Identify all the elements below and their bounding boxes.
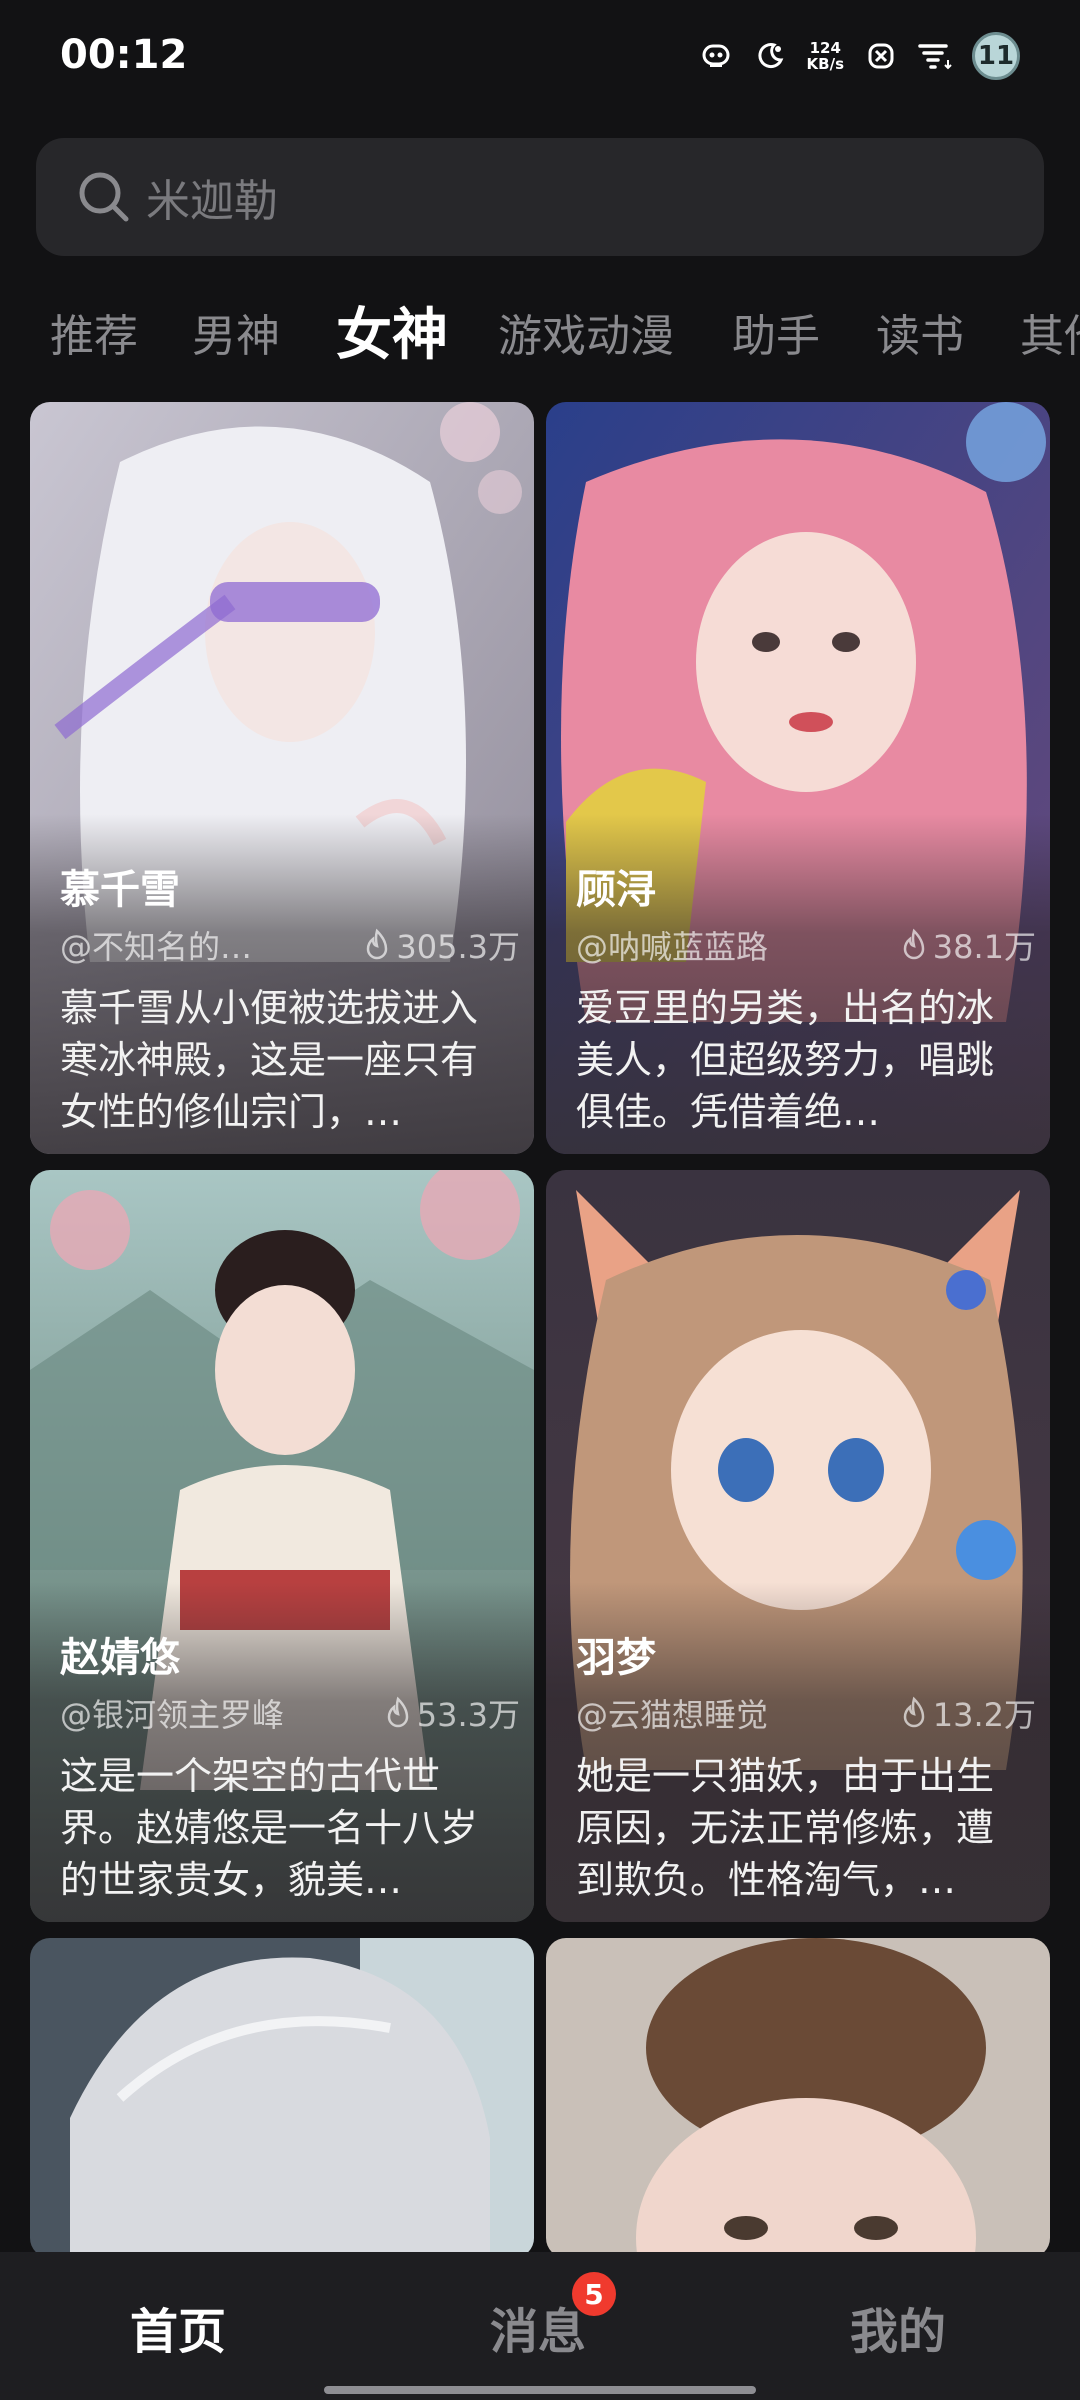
tab-other[interactable]: 其他 [1020,300,1080,364]
home-indicator[interactable] [324,2386,756,2394]
flame-icon [903,928,924,960]
character-card[interactable]: 顾浔 @呐喊蓝蓝路 38.1万 爱豆里的另类，出名的冰美人，但超级努力，唱跳俱佳… [546,402,1050,1154]
search-bar[interactable]: 米迦勒 [36,138,1044,256]
tab-female[interactable]: 女神 [336,290,448,370]
character-description: 她是一只猫妖，由于出生原因，无法正常修炼，遭到欺负。性格淘气，… [576,1754,995,1902]
popularity-count: 305.3万 [396,928,520,966]
character-card[interactable]: 赵婧悠 @银河领主罗峰 53.3万 这是一个架空的古代世界。赵婧悠是一名十八岁的… [30,1170,534,1922]
popularity-count: 38.1万 [932,928,1036,966]
wifi-icon [918,39,952,73]
tab-reading[interactable]: 读书 [876,300,964,364]
search-input[interactable]: 米迦勒 [146,165,278,229]
author-name: @不知名的… [60,928,253,966]
popularity-count: 13.2万 [932,1696,1036,1734]
popularity: 38.1万 [899,922,1036,968]
tab-recommend[interactable]: 推荐 [50,300,138,364]
unread-badge: 5 [572,2272,617,2316]
do-not-disturb-icon [753,39,787,73]
search-icon [79,172,129,222]
status-time: 00:12 [60,32,188,78]
popularity: 13.2万 [899,1690,1036,1736]
character-card[interactable] [546,1938,1050,2258]
network-speed-value: 124 [809,39,841,57]
character-portrait [546,1938,1050,2258]
author-name: @云猫想睡觉 [576,1696,769,1734]
status-bar: 00:12 124 KB/s 11 [0,0,1080,120]
character-name: 慕千雪 [60,867,180,913]
popularity: 53.3万 [383,1690,520,1736]
author-name: @银河领主罗峰 [60,1696,285,1734]
status-icons: 124 KB/s 11 [699,32,1020,80]
popularity: 305.3万 [362,922,520,968]
sim-off-icon [864,39,898,73]
tab-assistant[interactable]: 助手 [732,300,820,364]
character-card[interactable] [30,1938,534,2258]
character-name: 赵婧悠 [60,1635,180,1681]
bottom-navigation: 首页 消息 5 我的 [0,2252,1080,2400]
author-name: @呐喊蓝蓝路 [576,928,769,966]
character-name: 羽梦 [576,1635,656,1681]
popularity-count: 53.3万 [416,1696,520,1734]
network-speed: 124 KB/s [807,40,844,72]
battery-indicator: 11 [972,32,1020,80]
nav-messages[interactable]: 消息 5 [490,2272,617,2362]
character-portrait [30,1938,534,2258]
network-speed-unit: KB/s [806,55,844,73]
flame-icon [387,1696,408,1728]
nav-me[interactable]: 我的 [850,2292,946,2362]
tab-male[interactable]: 男神 [192,300,280,364]
character-description: 爱豆里的另类，出名的冰美人，但超级努力，唱跳俱佳。凭借着绝… [576,986,995,1134]
character-name: 顾浔 [576,867,656,913]
character-description: 慕千雪从小便被选拔进入寒冰神殿，这是一座只有女性的修仙宗门，… [60,986,479,1134]
nav-home[interactable]: 首页 [130,2292,226,2362]
character-card[interactable]: 慕千雪 @不知名的… 305.3万 慕千雪从小便被选拔进入寒冰神殿，这是一座只有… [30,402,534,1154]
flame-icon [903,1696,924,1728]
character-card[interactable]: 羽梦 @云猫想睡觉 13.2万 她是一只猫妖，由于出生原因，无法正常修炼，遭到欺… [546,1170,1050,1922]
character-description: 这是一个架空的古代世界。赵婧悠是一名十八岁的世家贵女，貌美… [60,1754,479,1902]
tab-games-anime[interactable]: 游戏动漫 [498,300,674,364]
category-tabs: 推荐 男神 女神 游戏动漫 助手 读书 其他 [0,290,1080,370]
notification-icon [699,39,733,73]
flame-icon [367,928,388,960]
nav-messages-label: 消息 [490,2304,587,2360]
